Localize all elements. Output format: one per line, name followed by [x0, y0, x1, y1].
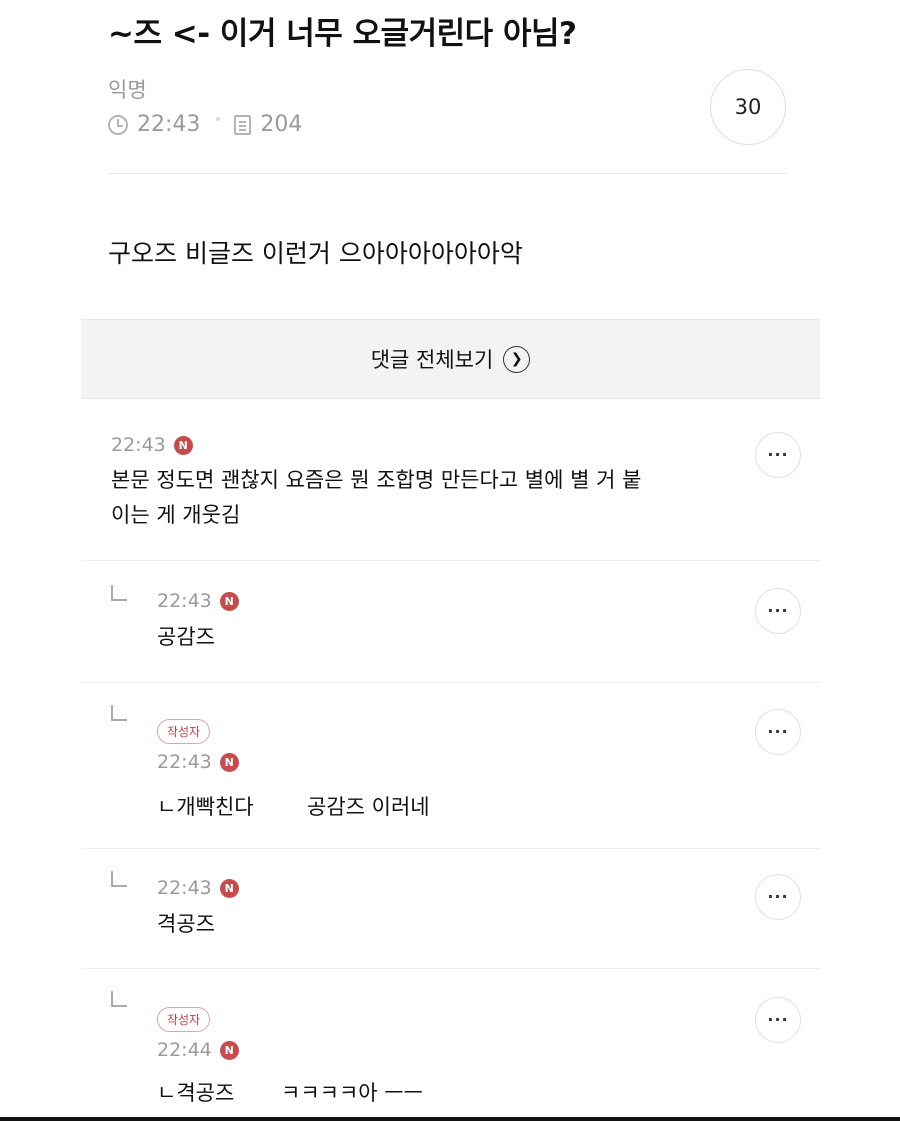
comment-meta: 22:43 N	[157, 877, 239, 899]
more-icon: ...	[767, 718, 789, 737]
comment-meta: 22:44 N	[157, 1039, 239, 1061]
more-icon: ...	[767, 597, 789, 616]
comment-count-badge[interactable]: 30	[710, 69, 786, 145]
post-meta: 22:43 204	[108, 112, 302, 137]
author-badge: 작성자	[157, 719, 210, 744]
comment-text: ㄴ개빡친다 공감즈 이러네	[157, 795, 430, 819]
view-all-comments-button[interactable]: 댓글 전체보기 ❯	[81, 319, 820, 399]
comment-text: 공감즈	[157, 625, 215, 649]
comment-time: 22:43	[157, 751, 212, 773]
post-views: 204	[260, 112, 303, 137]
views-icon	[234, 114, 252, 135]
new-badge: N	[219, 1040, 239, 1060]
view-all-label: 댓글 전체보기	[370, 348, 494, 372]
post-author: 익명	[108, 78, 147, 102]
comment-meta: 22:43 N	[157, 590, 239, 612]
comment-text-line: 본문 정도면 괜찮지 요즘은 뭔 조합명 만든다고 별에 별 거 붙	[111, 468, 642, 492]
bottom-border	[0, 1117, 900, 1121]
comment-text: 격공즈	[157, 912, 215, 936]
comment-time: 22:43	[157, 590, 212, 612]
post-body: 구오즈 비글즈 이런거 으아아아아아아악	[108, 239, 523, 268]
more-icon: ...	[767, 1006, 789, 1025]
comment-text-line: 이는 게 개웃김	[111, 503, 241, 527]
more-options-button[interactable]: ...	[755, 432, 801, 478]
more-options-button[interactable]: ...	[755, 997, 801, 1043]
more-icon: ...	[767, 441, 789, 460]
comment-meta: 22:43 N	[157, 751, 239, 773]
reply-arrow-icon	[111, 705, 127, 721]
chevron-right-icon: ❯	[503, 345, 531, 373]
comment-text: ㄴ격공즈 ㅋㅋㅋㅋ아 ㅡㅡ	[157, 1081, 423, 1105]
author-badge: 작성자	[157, 1007, 210, 1032]
clock-icon	[108, 114, 128, 135]
meta-separator	[216, 116, 221, 121]
reply-item: 22:43 N 격공즈 ...	[81, 849, 820, 969]
comment-time: 22:43	[111, 434, 166, 456]
post-title: ~즈 <- 이거 너무 오글거린다 아님?	[108, 16, 577, 52]
new-badge: N	[219, 591, 239, 611]
comment-item: 22:43 N 본문 정도면 괜찮지 요즘은 뭔 조합명 만든다고 별에 별 거…	[81, 400, 820, 561]
more-options-button[interactable]: ...	[755, 588, 801, 634]
new-badge: N	[219, 878, 239, 898]
comment-meta: 22:43 N	[111, 434, 193, 456]
more-options-button[interactable]: ...	[755, 874, 801, 920]
reply-item: 작성자 22:43 N ㄴ개빡친다 공감즈 이러네 ...	[81, 683, 820, 849]
reply-arrow-icon	[111, 585, 127, 601]
reply-item: 작성자 22:44 N ㄴ격공즈 ㅋㅋㅋㅋ아 ㅡㅡ ...	[81, 969, 820, 1119]
reply-arrow-icon	[111, 991, 127, 1007]
new-badge: N	[219, 752, 239, 772]
comment-time: 22:44	[157, 1039, 212, 1061]
more-options-button[interactable]: ...	[755, 709, 801, 755]
reply-arrow-icon	[111, 871, 127, 887]
comment-text: 본문 정도면 괜찮지 요즘은 뭔 조합명 만든다고 별에 별 거 붙 이는 게 …	[111, 463, 641, 533]
more-icon: ...	[767, 883, 789, 902]
reply-item: 22:43 N 공감즈 ...	[81, 561, 820, 683]
new-badge: N	[173, 435, 193, 455]
post-time: 22:43	[137, 112, 201, 137]
header-divider	[108, 173, 786, 174]
comment-time: 22:43	[157, 877, 212, 899]
